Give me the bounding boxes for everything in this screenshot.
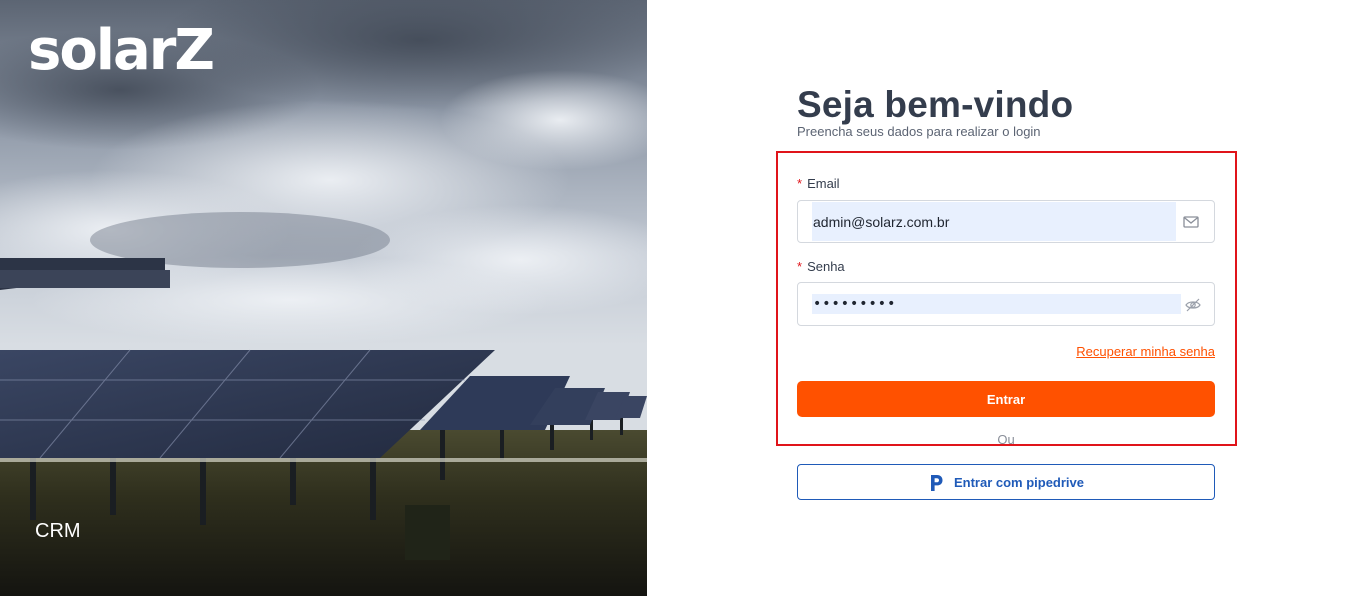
required-mark: *	[797, 259, 803, 274]
password-value[interactable]: •••••••••	[813, 295, 896, 313]
pipedrive-login-button[interactable]: Entrar com pipedrive	[797, 464, 1215, 500]
pipedrive-button-label: Entrar com pipedrive	[953, 474, 1085, 490]
page-subtitle: Preencha seus dados para realizar o logi…	[797, 124, 1041, 139]
hero-panel: solarZ CRM	[0, 0, 647, 596]
login-page: solarZ CRM Seja bem-vindo Preencha seus …	[0, 0, 1362, 596]
forgot-password-link[interactable]: Recuperar minha senha	[1076, 344, 1215, 360]
pipedrive-logo-icon	[930, 475, 943, 491]
mail-icon	[1183, 216, 1199, 228]
password-field[interactable]: •••••••••	[797, 282, 1215, 326]
required-mark: *	[797, 176, 803, 191]
password-label: * Senha	[797, 259, 845, 275]
email-label: * Email	[797, 176, 840, 192]
login-button[interactable]: Entrar	[797, 381, 1215, 417]
or-divider: Ou	[997, 432, 1015, 445]
email-field[interactable]: admin@solarz.com.br	[797, 200, 1215, 243]
page-title: Seja bem-vindo	[797, 84, 1074, 125]
email-value[interactable]: admin@solarz.com.br	[813, 213, 949, 231]
password-label-text: Senha	[807, 259, 845, 274]
product-caption: CRM	[35, 520, 81, 542]
solar-field-image	[0, 0, 647, 596]
email-label-text: Email	[807, 176, 840, 191]
eye-off-icon[interactable]	[1184, 296, 1202, 314]
solarz-logo: solarZ	[28, 18, 215, 83]
